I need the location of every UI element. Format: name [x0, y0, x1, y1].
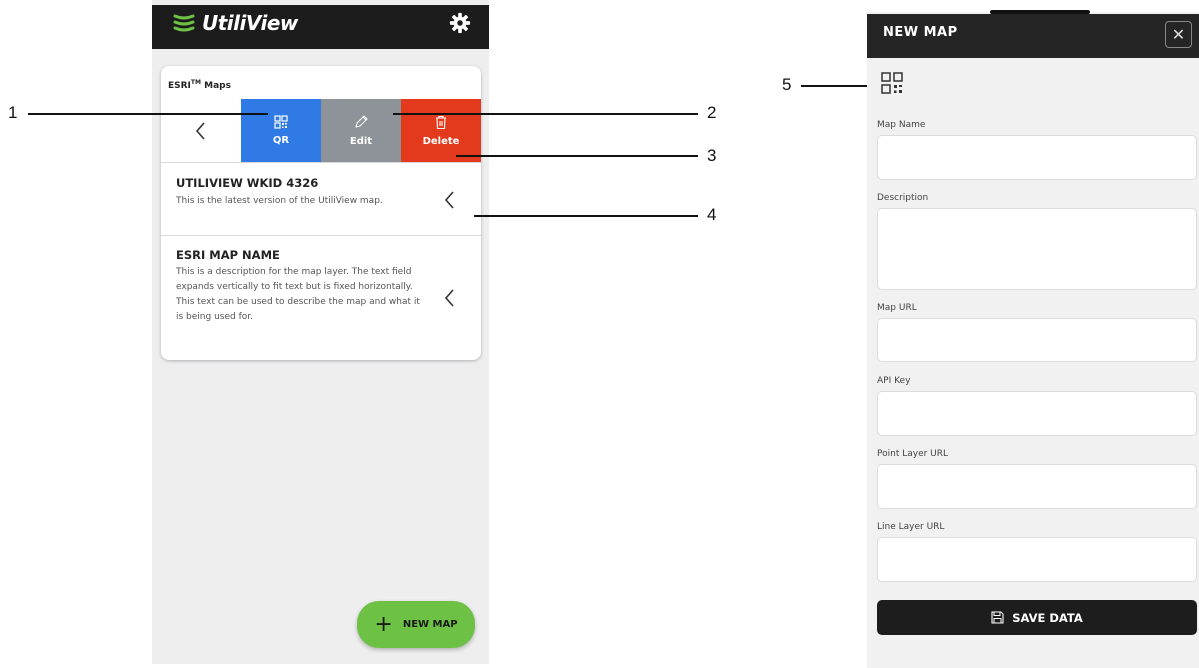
new-map-label: NEW MAP	[402, 619, 458, 630]
callout-line	[393, 113, 698, 115]
callout-number: 3	[707, 146, 717, 165]
edit-label: Edit	[349, 136, 373, 147]
app-title: UtiliView	[202, 11, 298, 35]
map-url-label: Map URL	[877, 303, 917, 313]
edit-button[interactable]: Edit	[321, 99, 401, 162]
callout-number: 5	[782, 75, 792, 94]
save-data-button[interactable]: SAVE DATA	[877, 600, 1197, 635]
map-name-input[interactable]	[877, 135, 1197, 180]
api-key-label: API Key	[877, 376, 911, 386]
api-key-input[interactable]	[877, 391, 1197, 436]
line-layer-url-input[interactable]	[877, 537, 1197, 582]
plus-icon: +	[374, 611, 393, 637]
trademark-mark: TM	[190, 79, 201, 86]
description-field[interactable]	[877, 208, 1197, 290]
collapse-row-button[interactable]	[161, 99, 241, 162]
callout-line	[28, 113, 268, 115]
gear-icon[interactable]	[449, 12, 471, 34]
close-icon: ✕	[1171, 25, 1186, 44]
map-item-description: This is the latest version of the UtiliV…	[176, 196, 383, 206]
callout-line	[474, 215, 698, 217]
qr-button[interactable]: QR	[241, 99, 321, 162]
delete-button[interactable]: Delete	[401, 99, 481, 162]
qr-code-icon	[274, 115, 288, 129]
close-button[interactable]: ✕	[1165, 21, 1192, 48]
qr-code-icon[interactable]	[881, 72, 903, 94]
chevron-left-icon[interactable]	[443, 287, 457, 309]
map-item-title: ESRI MAP NAME	[176, 248, 280, 262]
card-title: ESRITM Maps	[168, 79, 231, 91]
qr-label: QR	[272, 135, 290, 146]
callout-number: 4	[707, 205, 717, 224]
chevron-left-icon	[195, 121, 205, 140]
map-item-title: UTILIVIEW WKID 4326	[176, 176, 319, 190]
map-item-description: This is a description for the map layer.…	[176, 267, 420, 322]
map-url-input[interactable]	[877, 318, 1197, 362]
pencil-icon	[355, 115, 368, 128]
map-name-label: Map Name	[877, 120, 926, 130]
card-title-text: ESRI	[168, 81, 191, 91]
trash-icon	[436, 115, 446, 129]
description-label: Description	[877, 193, 929, 203]
card-title-suffix: Maps	[201, 81, 231, 91]
callout-number: 2	[707, 103, 717, 122]
new-map-button[interactable]: + NEW MAP	[357, 601, 475, 648]
floppy-disk-icon	[991, 611, 1004, 624]
utiliview-logo-icon	[173, 14, 195, 32]
callout-line	[456, 155, 698, 157]
panel-title: NEW MAP	[883, 25, 958, 40]
callout-number: 1	[8, 103, 18, 122]
point-layer-url-input[interactable]	[877, 464, 1197, 509]
save-data-label: SAVE DATA	[1012, 610, 1083, 625]
line-layer-url-label: Line Layer URL	[877, 522, 945, 532]
delete-label: Delete	[422, 135, 460, 147]
point-layer-url-label: Point Layer URL	[877, 449, 949, 459]
chevron-left-icon[interactable]	[443, 189, 457, 211]
